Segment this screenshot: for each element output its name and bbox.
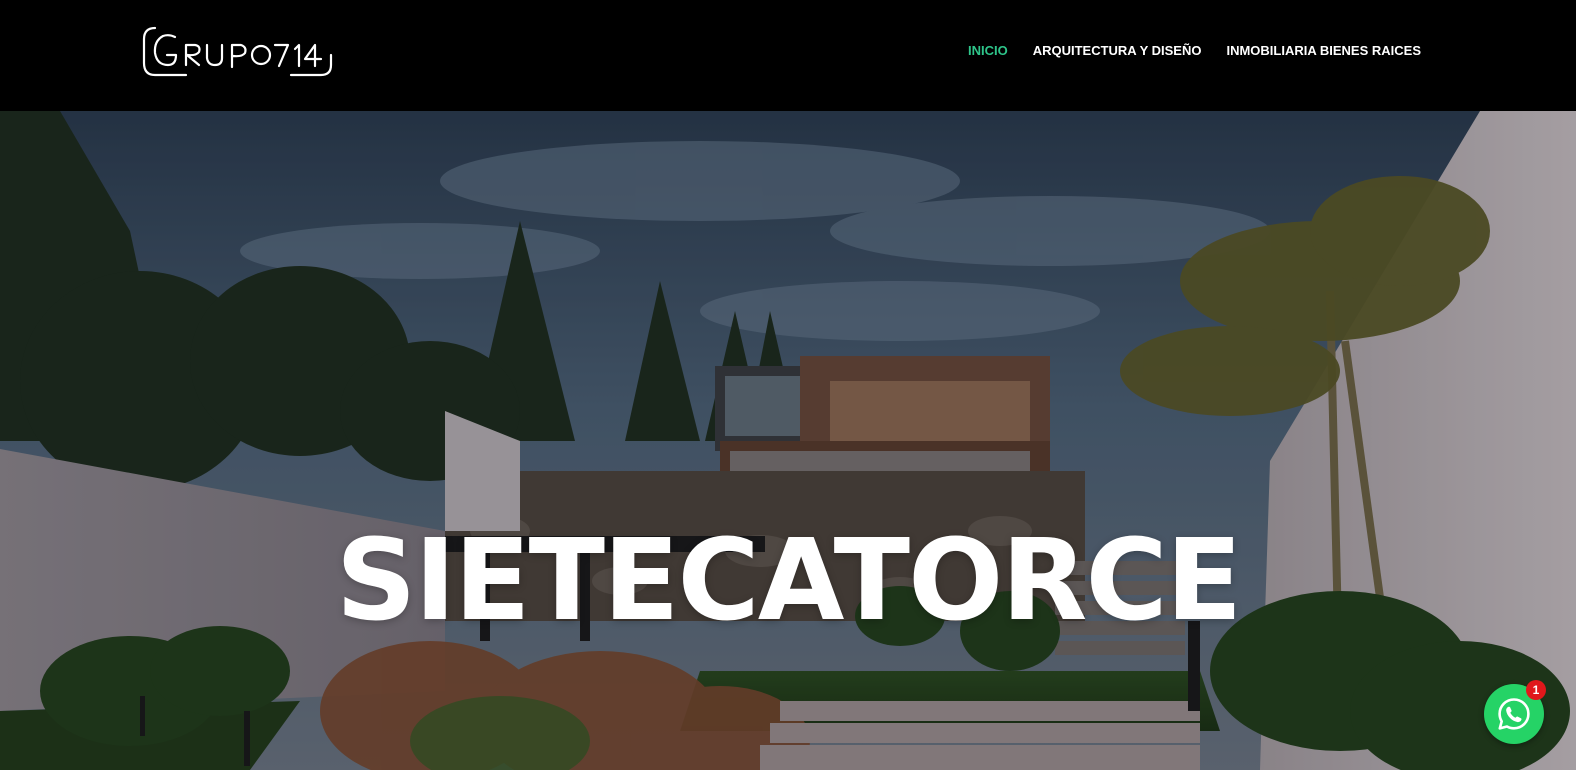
site-header: INICIO ARQUITECTURA Y DISEÑO INMOBILIARI… xyxy=(0,0,1576,111)
hero-title: SIETECATORCE xyxy=(335,516,1242,647)
grupo714-logo-icon xyxy=(142,26,333,77)
nav-item-inicio[interactable]: INICIO xyxy=(968,42,1008,60)
nav-item-arquitectura-y-diseno[interactable]: ARQUITECTURA Y DISEÑO xyxy=(1033,42,1202,60)
hero-banner: SIETECATORCE xyxy=(0,111,1576,770)
hero-background-image xyxy=(0,111,1576,770)
notification-badge: 1 xyxy=(1526,680,1546,700)
whatsapp-icon xyxy=(1498,698,1530,730)
nav-item-inmobiliaria-bienes-raices[interactable]: INMOBILIARIA BIENES RAICES xyxy=(1226,42,1421,60)
site-logo[interactable] xyxy=(141,25,333,79)
main-nav: INICIO ARQUITECTURA Y DISEÑO INMOBILIARI… xyxy=(968,42,1421,60)
